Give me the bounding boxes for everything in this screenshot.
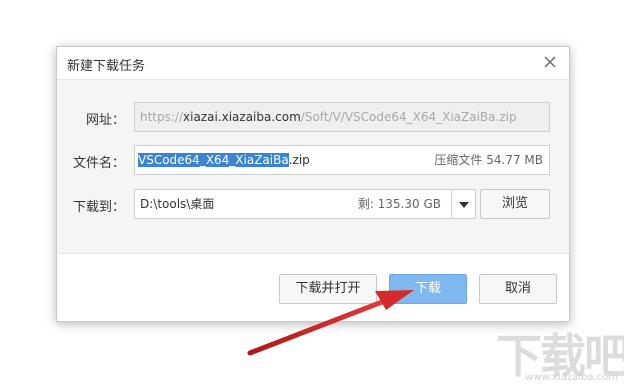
saveto-path-field[interactable]: D:\tools\桌面 剩: 135.30 GB	[134, 189, 452, 219]
download-button[interactable]: 下载	[389, 274, 467, 304]
url-field[interactable]: https://xiazai.xiazaiba.com/Soft/V/VSCod…	[134, 102, 550, 132]
dialog-body: 网址： https://xiazai.xiazaiba.com/Soft/V/V…	[57, 80, 569, 254]
watermark-url: www.xiazaiba.com	[525, 372, 618, 383]
saveto-label: 下载到：	[72, 200, 125, 215]
browse-button[interactable]: 浏览	[480, 189, 550, 219]
filename-label: 文件名：	[72, 156, 125, 171]
url-host: xiazai.xiazaiba.com	[183, 110, 301, 124]
free-space-info: 剩: 135.30 GB	[357, 197, 441, 211]
dialog-titlebar: 新建下载任务	[57, 47, 569, 80]
chevron-down-icon	[459, 202, 469, 208]
filename-selected-text: VSCode64_X64_XiaZaiBa	[138, 153, 289, 167]
cancel-button[interactable]: 取消	[479, 274, 557, 304]
filename-extension: .zip	[288, 153, 310, 167]
filename-input[interactable]: VSCode64_X64_XiaZaiBa.zip 压缩文件 54.77 MB	[134, 145, 550, 175]
url-path: /Soft/V/VSCode64_X64_XiaZaiBa.zip	[300, 110, 517, 124]
url-scheme: https://	[140, 110, 184, 124]
file-size-info: 压缩文件 54.77 MB	[434, 153, 543, 167]
saveto-dropdown-button[interactable]	[452, 189, 476, 219]
dialog-title: 新建下载任务	[67, 59, 146, 74]
url-label: 网址：	[85, 113, 125, 128]
new-download-dialog: 新建下载任务 网址： https://xiazai.xiazaiba.com/S…	[56, 46, 570, 322]
close-icon[interactable]	[541, 53, 559, 71]
saveto-path: D:\tools\桌面	[140, 197, 215, 211]
download-and-open-button[interactable]: 下载并打开	[279, 274, 377, 304]
